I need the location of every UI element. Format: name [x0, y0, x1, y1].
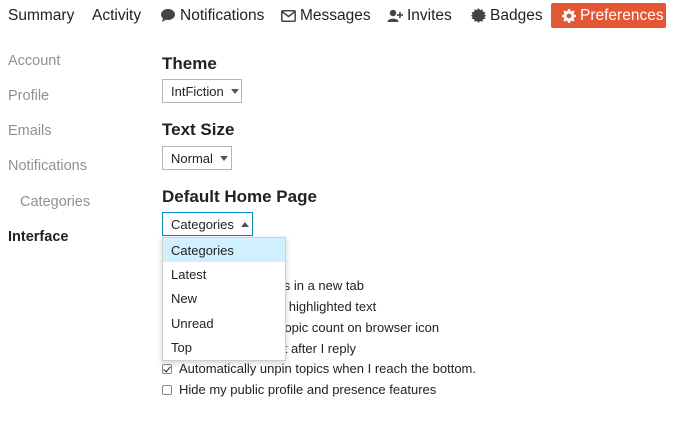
nav-preferences[interactable]: Preferences	[551, 3, 666, 28]
caret-down-icon	[219, 155, 228, 161]
nav-invites[interactable]: Invites	[387, 3, 452, 28]
home-page-select-value: Categories	[171, 216, 234, 232]
checkbox-label: Automatically unpin topics when I reach …	[179, 361, 476, 376]
dropdown-option-latest[interactable]: Latest	[163, 262, 285, 286]
dropdown-option-top[interactable]: Top	[163, 336, 285, 360]
text-size-select[interactable]: Normal	[162, 146, 232, 170]
caret-down-icon	[230, 88, 239, 94]
nav-messages-label: Messages	[300, 6, 371, 24]
home-page-heading: Default Home Page	[162, 187, 317, 206]
envelope-icon	[280, 8, 296, 24]
nav-notifications[interactable]: Notifications	[160, 3, 264, 28]
home-page-select[interactable]: Categories	[162, 212, 253, 236]
checkbox[interactable]	[162, 363, 172, 374]
sidebar-item-notifications[interactable]: Notifications	[8, 158, 87, 174]
dropdown-option-unread[interactable]: Unread	[163, 311, 285, 335]
gear-icon	[562, 8, 576, 24]
sidebar-item-emails[interactable]: Emails	[8, 123, 52, 139]
checkbox-label: d topic count on browser icon	[270, 320, 440, 335]
sidebar-item-account[interactable]: Account	[8, 53, 60, 69]
theme-heading: Theme	[162, 54, 217, 73]
nav-summary[interactable]: Summary	[8, 3, 74, 28]
certificate-icon	[470, 8, 486, 24]
theme-select[interactable]: IntFiction	[162, 79, 242, 103]
nav-messages[interactable]: Messages	[280, 3, 371, 28]
theme-select-value: IntFiction	[171, 83, 224, 99]
checkbox-row-topic-count[interactable]: d topic count on browser icon	[270, 320, 439, 335]
top-nav: Summary Activity Notifications Messages …	[0, 0, 690, 30]
nav-badges[interactable]: Badges	[470, 3, 543, 28]
checkbox[interactable]	[162, 384, 172, 395]
sidebar-item-profile[interactable]: Profile	[8, 88, 49, 104]
dropdown-option-categories[interactable]: Categories	[163, 238, 285, 263]
caret-up-icon	[240, 221, 249, 227]
nav-summary-label: Summary	[8, 6, 75, 24]
text-size-heading: Text Size	[162, 120, 235, 139]
checkbox-label: Hide my public profile and presence feat…	[179, 382, 437, 397]
dropdown-option-new[interactable]: New	[163, 287, 285, 311]
nav-notifications-label: Notifications	[180, 6, 265, 24]
checkbox-row-auto-unpin[interactable]: Automatically unpin topics when I reach …	[162, 361, 476, 376]
comment-icon	[160, 8, 176, 24]
nav-invites-label: Invites	[407, 6, 452, 24]
sidebar-item-categories[interactable]: Categories	[20, 194, 90, 210]
text-size-select-value: Normal	[171, 150, 213, 166]
nav-preferences-label: Preferences	[580, 6, 664, 24]
user-plus-icon	[387, 8, 403, 24]
nav-activity-label: Activity	[92, 6, 142, 24]
nav-activity[interactable]: Activity	[92, 3, 141, 28]
nav-badges-label: Badges	[490, 6, 543, 24]
sidebar-item-interface[interactable]: Interface	[8, 229, 68, 245]
checkbox-row-hide-profile[interactable]: Hide my public profile and presence feat…	[162, 382, 436, 397]
home-page-dropdown: Categories Latest New Unread Top	[162, 237, 286, 361]
